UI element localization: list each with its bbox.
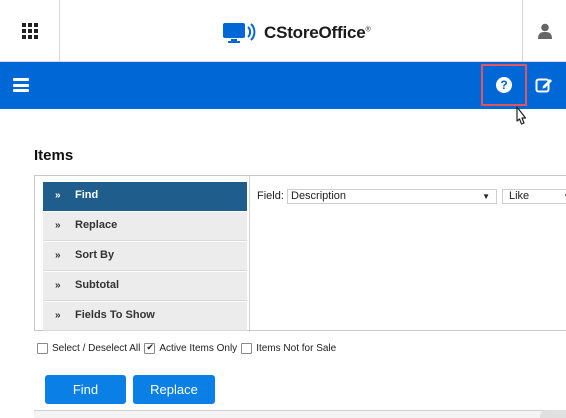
option-label: Active Items Only — [159, 343, 238, 354]
hamburger-icon[interactable] — [13, 78, 29, 92]
active-items-checkbox[interactable] — [144, 342, 156, 354]
help-button[interactable]: ? — [481, 64, 527, 106]
apps-grid-icon — [21, 23, 38, 39]
monitor-logo-icon — [223, 23, 256, 43]
options-row: Select / Deselect All Active Items Only … — [37, 342, 340, 354]
menu-item-fields-to-show[interactable]: » Fields To Show — [43, 302, 247, 331]
replace-button[interactable]: Replace — [133, 375, 215, 404]
operator-select-value: Like — [509, 190, 530, 202]
chevron-right-icon: » — [55, 250, 61, 261]
brand[interactable]: CStoreOffice® — [222, 20, 371, 46]
operator-select[interactable]: Like ▼ — [502, 189, 566, 204]
panel-divider — [249, 176, 250, 332]
chevron-right-icon: » — [55, 190, 61, 201]
chevron-right-icon: » — [55, 280, 61, 291]
menu-item-label: Fields To Show — [75, 309, 155, 321]
option-label: Select / Deselect All — [52, 343, 141, 354]
option-label: Items Not for Sale — [256, 343, 337, 354]
menu-item-label: Sort By — [75, 249, 115, 261]
user-menu-button[interactable] — [522, 0, 566, 62]
menu-item-subtotal[interactable]: » Subtotal — [43, 272, 247, 301]
select-all-checkbox[interactable] — [37, 343, 48, 354]
page-title: Items — [34, 147, 74, 164]
help-icon: ? — [496, 77, 512, 93]
menu-item-find[interactable]: » Find — [43, 182, 247, 211]
registered-mark: ® — [365, 26, 371, 34]
edit-icon[interactable] — [535, 76, 553, 94]
panel-footer — [34, 410, 566, 418]
menu-item-label: Replace — [75, 219, 118, 231]
option-select-deselect-all[interactable]: Select / Deselect All — [37, 343, 140, 354]
horizontal-scrollbar[interactable] — [540, 410, 566, 418]
mouse-pointer-icon — [516, 106, 527, 125]
field-select[interactable]: Description ▼ — [287, 189, 497, 204]
not-for-sale-checkbox[interactable] — [241, 343, 253, 354]
top-header: CStoreOffice® — [0, 0, 566, 62]
user-icon — [537, 23, 552, 39]
field-select-value: Description — [291, 190, 347, 202]
chevron-right-icon: » — [55, 310, 61, 321]
action-menu: » Find » Replace » Sort By » Subtotal » Field… — [43, 182, 247, 332]
option-active-items-only[interactable]: Active Items Only — [144, 342, 238, 354]
apps-menu-button[interactable] — [0, 0, 60, 62]
chevron-right-icon: » — [55, 220, 61, 231]
brand-name: CStoreOffice® — [264, 23, 371, 42]
option-items-not-for-sale[interactable]: Items Not for Sale — [241, 343, 336, 354]
menu-item-replace[interactable]: » Replace — [43, 212, 247, 241]
menu-item-label: Subtotal — [75, 279, 119, 291]
find-button[interactable]: Find — [45, 375, 126, 404]
search-panel: » Find » Replace » Sort By » Subtotal » Field… — [34, 175, 566, 332]
field-label: Field: — [257, 190, 284, 202]
menu-item-label: Find — [75, 189, 99, 201]
menu-item-sort-by[interactable]: » Sort By — [43, 242, 247, 271]
caret-down-icon: ▼ — [482, 192, 490, 201]
